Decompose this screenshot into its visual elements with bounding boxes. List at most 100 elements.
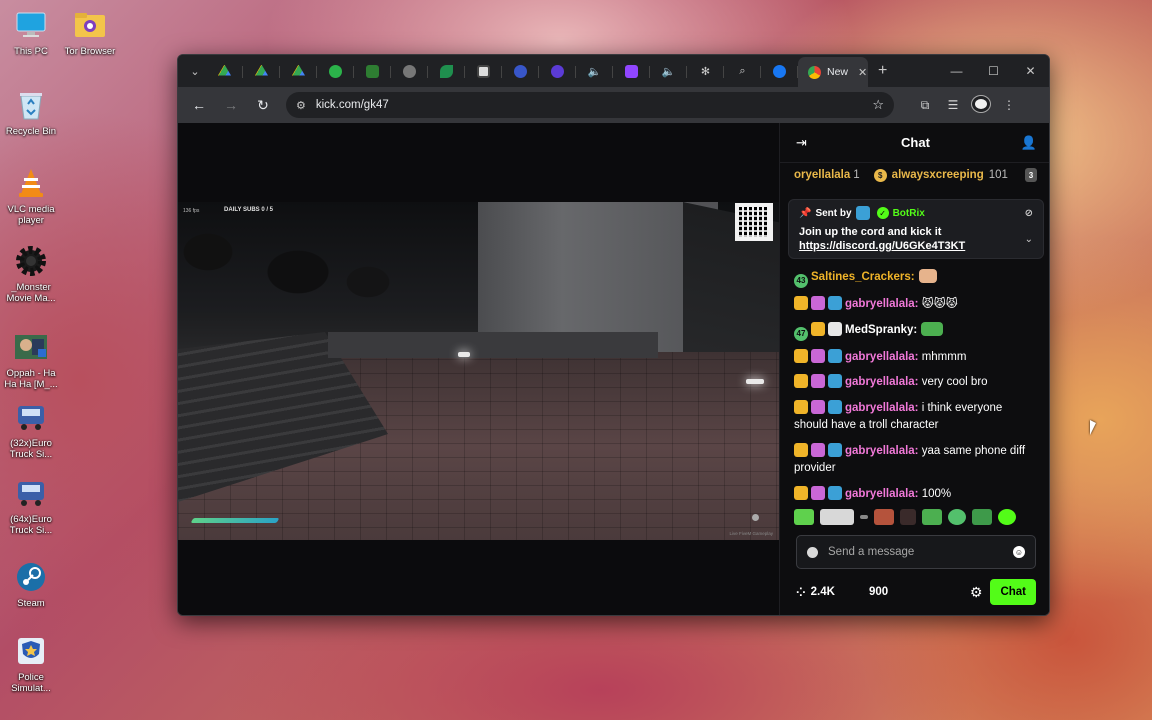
sent-by-label: Sent by: [815, 207, 852, 219]
tab-drive-3[interactable]: [280, 58, 317, 84]
extensions-puzzle-icon[interactable]: ⧉: [916, 98, 934, 113]
gifter-item[interactable]: oryellalala 1: [794, 169, 860, 181]
reload-button[interactable]: ↻: [250, 92, 276, 118]
forward-button[interactable]: →: [218, 92, 244, 118]
tab-twitch[interactable]: [613, 58, 650, 84]
chat-message-input[interactable]: [828, 546, 1003, 558]
pinned-message[interactable]: 📌 Sent by ✓ BotRix ⊘ Join up the cord an…: [788, 199, 1044, 259]
desktop-icon-tor-browser[interactable]: Tor Browser: [59, 8, 121, 57]
tab-search-dropdown[interactable]: ⌄: [184, 60, 206, 82]
tab-search[interactable]: ⌕: [724, 58, 761, 84]
bookmark-star-icon[interactable]: ☆: [872, 97, 884, 113]
desktop-icon-vlc[interactable]: VLC media player: [0, 166, 62, 226]
desktop-icon-steam[interactable]: Steam: [0, 560, 62, 609]
chat-users-icon[interactable]: 👤: [1021, 135, 1037, 151]
gear-icon: [14, 244, 48, 278]
chat-username[interactable]: Saltines_Crackers:: [811, 271, 915, 283]
tab-st[interactable]: [354, 58, 391, 84]
desktop-icon-label: This PC: [14, 46, 48, 57]
chat-message[interactable]: gabryellalala: very cool bro: [780, 370, 1049, 396]
chat-username[interactable]: gabryellalala:: [845, 376, 919, 388]
desktop-icon-euro-truck-64[interactable]: (64x)Euro Truck Si...: [0, 476, 62, 536]
emote-icon[interactable]: [922, 509, 942, 525]
site-info-icon[interactable]: ⚙: [296, 99, 306, 112]
tab-new-active[interactable]: New ✕: [798, 57, 868, 87]
hide-pinned-icon[interactable]: ⊘: [1025, 208, 1033, 219]
emote-icon[interactable]: [948, 509, 966, 525]
truck-icon: [14, 476, 48, 510]
emote-icon[interactable]: [998, 509, 1016, 525]
tab-audio-2[interactable]: 🔈: [650, 58, 687, 84]
desktop-icon-monster-movie[interactable]: _Monster Movie Ma...: [0, 244, 62, 304]
emote-icon[interactable]: [972, 509, 992, 525]
emote-icon[interactable]: [794, 509, 814, 525]
chat-username[interactable]: gabryellalala:: [845, 445, 919, 457]
pepe-emote-icon: [921, 321, 944, 336]
verified-badge-icon: [828, 374, 842, 388]
reading-list-icon[interactable]: ☰: [944, 98, 962, 112]
menu-kebab-icon[interactable]: ⋮: [1000, 98, 1018, 112]
emote-icon[interactable]: [874, 509, 894, 525]
new-tab-button[interactable]: +: [878, 62, 887, 80]
collapse-chat-icon[interactable]: ⇥: [796, 135, 807, 151]
chat-username[interactable]: gabryellalala:: [845, 402, 919, 414]
window-controls: — ☐ ✕: [938, 64, 1049, 78]
chat-text: 100%: [918, 487, 952, 500]
desktop-icon-euro-truck-32[interactable]: (32x)Euro Truck Si...: [0, 400, 62, 460]
tab-drive-1[interactable]: [206, 58, 243, 84]
desktop-icon-this-pc[interactable]: This PC: [0, 8, 62, 57]
tab-audio[interactable]: 🔈: [576, 58, 613, 84]
chat-message[interactable]: gabryellalala: mhmmm: [780, 345, 1049, 371]
chat-message[interactable]: 43 Saltines_Crackers:: [780, 265, 1049, 292]
address-bar[interactable]: ⚙ kick.com/gk47 ☆: [286, 92, 894, 118]
profile-avatar[interactable]: [972, 95, 990, 115]
close-tab-icon[interactable]: ✕: [858, 66, 867, 79]
chat-username[interactable]: gabryellalala:: [845, 351, 919, 363]
chat-username[interactable]: MedSpranky:: [845, 324, 917, 336]
chat-rules-shield-icon[interactable]: [807, 546, 818, 558]
chat-username[interactable]: gabryellalala:: [845, 488, 919, 500]
chat-message[interactable]: gabryellalala: i think everyone should h…: [780, 396, 1049, 439]
emote-icon[interactable]: [860, 515, 868, 519]
tab-green-leaf[interactable]: [428, 58, 465, 84]
chat-panel: ⇥ Chat 👤 oryellalala 1 $ alwaysxcreeping 10…: [779, 123, 1049, 615]
pinned-sender-name[interactable]: BotRix: [893, 208, 925, 219]
truck-icon: [14, 400, 48, 434]
chat-username[interactable]: gabryellalala:: [845, 298, 919, 310]
desktop-icon-police-sim[interactable]: Police Simulat...: [0, 634, 62, 694]
maximize-button[interactable]: ☐: [975, 64, 1012, 78]
emote-icon[interactable]: [900, 509, 916, 525]
gift-badge-icon: [811, 442, 825, 457]
close-window-button[interactable]: ✕: [1012, 64, 1049, 78]
tab-facebook[interactable]: [761, 58, 798, 84]
chat-message[interactable]: gabryellalala: 100%: [780, 482, 1049, 508]
tab-green-app[interactable]: [317, 58, 354, 84]
emote-icon[interactable]: [820, 509, 854, 525]
chat-message[interactable]: 47 MedSpranky:: [780, 318, 1049, 345]
chat-settings-gear-icon[interactable]: ⚙: [970, 584, 983, 601]
tab-purple-app[interactable]: [539, 58, 576, 84]
tab-blue-app[interactable]: [502, 58, 539, 84]
pinned-link[interactable]: https://discord.gg/U6GKe4T3KT: [799, 240, 1033, 252]
top-gifters-bar: oryellalala 1 $ alwaysxcreeping 101 3: [780, 163, 1049, 187]
tab-loading[interactable]: ✻: [687, 58, 724, 84]
chevron-down-icon[interactable]: ⌄: [1025, 234, 1033, 245]
gift-badge-icon: [811, 399, 825, 414]
tab-globe[interactable]: [391, 58, 428, 84]
stream-video-player[interactable]: 136 fps DAILY SUBS 0 / 5 Live FiveM Game…: [178, 202, 779, 540]
crown-badge-icon: [794, 296, 808, 310]
channel-points[interactable]: 900: [869, 586, 888, 598]
tab-drive-2[interactable]: [243, 58, 280, 84]
chat-message[interactable]: gabryellalala: yaa same phone diff provi…: [780, 439, 1049, 482]
desktop-icon-oppah-video[interactable]: Oppah - Ha Ha Ha [M_...: [0, 330, 62, 390]
desktop-icon-recycle-bin[interactable]: Recycle Bin: [0, 88, 62, 137]
chat-input-box[interactable]: ☺: [796, 535, 1036, 569]
back-button[interactable]: ←: [186, 92, 212, 118]
emoji-picker-icon[interactable]: ☺: [1013, 546, 1025, 558]
gifter-item[interactable]: $ alwaysxcreeping 101: [873, 168, 1008, 182]
chrome-icon: [808, 65, 821, 79]
minimize-button[interactable]: —: [938, 64, 975, 78]
send-chat-button[interactable]: Chat: [990, 579, 1036, 605]
tab-image[interactable]: [465, 58, 502, 84]
chat-message[interactable]: gabryellalala: 😾😾😾: [780, 292, 1049, 318]
